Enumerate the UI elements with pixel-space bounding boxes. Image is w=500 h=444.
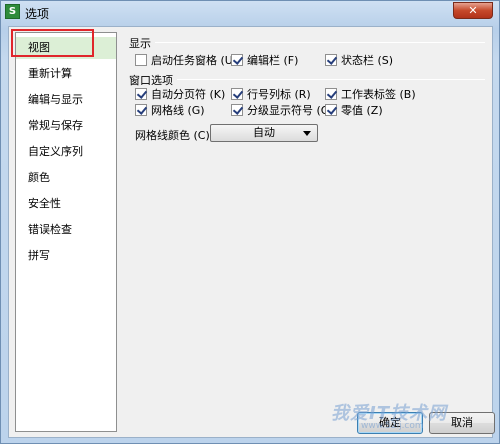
checkbox-status-bar[interactable]: 状态栏 (S)	[325, 53, 393, 67]
checkbox-box[interactable]	[325, 88, 337, 100]
chevron-down-icon	[303, 131, 311, 136]
checkbox-formula-bar[interactable]: 编辑栏 (F)	[231, 53, 298, 67]
checkbox-gridlines[interactable]: 网格线 (G)	[135, 103, 205, 117]
checkbox-box[interactable]	[325, 54, 337, 66]
checkbox-zero-values[interactable]: 零值 (Z)	[325, 103, 383, 117]
display-section-label: 显示	[129, 37, 151, 50]
checkbox-box[interactable]	[135, 104, 147, 116]
checkbox-row-col-headers[interactable]: 行号列标 (R)	[231, 87, 311, 101]
checkbox-label: 自动分页符 (K)	[151, 88, 226, 101]
checkbox-label: 零值 (Z)	[341, 104, 383, 117]
gridline-color-label: 网格线颜色 (C):	[135, 129, 214, 142]
checkbox-box[interactable]	[135, 88, 147, 100]
checkbox-box[interactable]	[135, 54, 147, 66]
title-bar: S 选项 ✕	[1, 1, 499, 23]
checkbox-box[interactable]	[231, 104, 243, 116]
options-category-list: 视图 重新计算 编辑与显示 常规与保存 自定义序列 颜色 安全性 错误检查 拼写	[15, 32, 117, 432]
sidebar-item-general-save[interactable]: 常规与保存	[16, 115, 116, 137]
display-section-divider	[155, 42, 485, 43]
checkbox-label: 行号列标 (R)	[247, 88, 311, 101]
dialog-client: 视图 重新计算 编辑与显示 常规与保存 自定义序列 颜色 安全性 错误检查 拼写…	[8, 26, 495, 438]
checkbox-label: 启动任务窗格 (U)	[151, 54, 238, 67]
sidebar-item-custom-lists[interactable]: 自定义序列	[16, 141, 116, 163]
sidebar-item-spelling[interactable]: 拼写	[16, 245, 116, 267]
gridline-color-select[interactable]: 自动	[210, 124, 318, 142]
close-icon: ✕	[468, 4, 478, 17]
checkbox-auto-page-breaks[interactable]: 自动分页符 (K)	[135, 87, 225, 101]
checkbox-label: 工作表标签 (B)	[341, 88, 416, 101]
sidebar-item-recalculate[interactable]: 重新计算	[16, 63, 116, 85]
checkbox-box[interactable]	[325, 104, 337, 116]
sidebar-item-error-checking[interactable]: 错误检查	[16, 219, 116, 241]
window-options-divider	[177, 79, 485, 80]
checkbox-box[interactable]	[231, 54, 243, 66]
checkbox-outline-symbols[interactable]: 分级显示符号 (O)	[231, 103, 334, 117]
checkbox-sheet-tabs[interactable]: 工作表标签 (B)	[325, 87, 416, 101]
ok-button[interactable]: 确定	[357, 412, 423, 434]
checkbox-label: 网格线 (G)	[151, 104, 205, 117]
sidebar-item-view[interactable]: 视图	[16, 37, 116, 59]
checkbox-label: 编辑栏 (F)	[247, 54, 299, 67]
wps-spreadsheet-icon: S	[5, 4, 20, 19]
checkbox-label: 状态栏 (S)	[341, 54, 394, 67]
sidebar-item-security[interactable]: 安全性	[16, 193, 116, 215]
options-dialog: S 选项 ✕ 视图 重新计算 编辑与显示 常规与保存 自定义序列 颜色 安全性 …	[0, 0, 500, 444]
dialog-title: 选项	[25, 7, 50, 21]
gridline-color-value: 自动	[253, 126, 275, 139]
checkbox-startup-task-pane[interactable]: 启动任务窗格 (U)	[135, 53, 237, 67]
checkbox-box[interactable]	[231, 88, 243, 100]
view-options-panel: 显示 启动任务窗格 (U) 编辑栏 (F) 状态栏 (S) 窗口选项 自动分页符…	[127, 31, 489, 435]
close-button[interactable]: ✕	[453, 2, 493, 19]
checkbox-label: 分级显示符号 (O)	[247, 104, 334, 117]
cancel-button[interactable]: 取消	[429, 412, 495, 434]
sidebar-item-color[interactable]: 颜色	[16, 167, 116, 189]
sidebar-item-edit-display[interactable]: 编辑与显示	[16, 89, 116, 111]
